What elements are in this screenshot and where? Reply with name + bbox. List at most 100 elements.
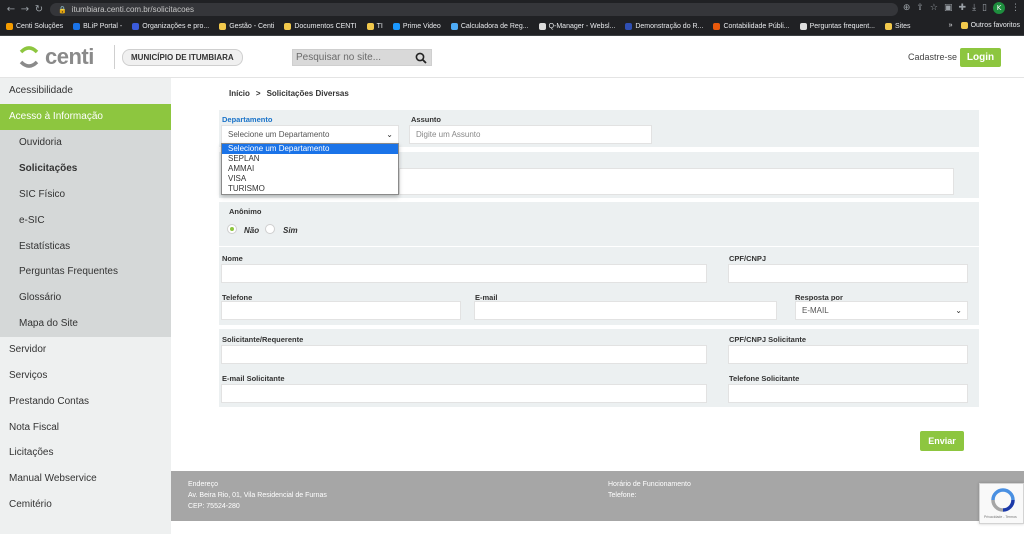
- bookmark-item[interactable]: Documentos CENTI: [284, 23, 357, 30]
- bookmark-item[interactable]: Perguntas frequent...: [799, 23, 875, 30]
- panel-personal: Nome CPF/CNPJ Telefone E-mail Resposta p…: [219, 247, 979, 325]
- sidebar-item-servidor[interactable]: Servidor: [0, 337, 171, 363]
- bookmark-icon: [219, 23, 227, 30]
- breadcrumb: Início > Solicitações Diversas: [229, 89, 349, 98]
- centi-logo[interactable]: centi: [17, 44, 94, 70]
- department-option[interactable]: VISA: [222, 174, 398, 184]
- bookmark-label: Perguntas frequent...: [809, 23, 875, 30]
- other-favorites-label: Outros favoritos: [970, 22, 1020, 29]
- anonymous-no-radio[interactable]: [227, 224, 237, 234]
- url-text: itumbiara.centi.com.br/solicitacoes: [71, 5, 194, 14]
- submit-button[interactable]: Enviar: [920, 431, 964, 451]
- sidebar: Acessibilidade Acesso à Informação Ouvid…: [0, 78, 171, 534]
- department-option[interactable]: TURISMO: [222, 184, 398, 194]
- requester-input[interactable]: [221, 345, 707, 364]
- anonymous-yes-label: Sim: [283, 226, 298, 235]
- bookmark-item[interactable]: Demonstração do R...: [625, 23, 703, 30]
- bookmark-item[interactable]: Q-Manager - Websl...: [538, 23, 615, 30]
- requester-email-input[interactable]: [221, 384, 707, 403]
- sidebar-item-glossario[interactable]: Glossário: [0, 285, 171, 311]
- requester-cpf-input[interactable]: [728, 345, 968, 364]
- sidebar-item-ouvidoria[interactable]: Ouvidoria: [0, 130, 171, 156]
- menu-icon[interactable]: ⋮: [1011, 3, 1020, 13]
- bookmark-icon: [132, 23, 140, 30]
- chevron-down-icon: ⌄: [386, 130, 393, 139]
- lock-icon: 🔒: [58, 5, 67, 14]
- sidebar-item-estatisticas[interactable]: Estatísticas: [0, 233, 171, 259]
- search-input[interactable]: [293, 50, 413, 65]
- bookmark-label: Demonstração do R...: [635, 23, 704, 30]
- anonymous-yes-radio[interactable]: [265, 224, 275, 234]
- breadcrumb-home[interactable]: Início: [229, 89, 250, 98]
- anonymous-label: Anônimo: [229, 207, 262, 216]
- bookmark-item[interactable]: Sites: [884, 23, 911, 30]
- sidepanel-icon[interactable]: ▯: [982, 3, 987, 13]
- address-bar[interactable]: 🔒 itumbiara.centi.com.br/solicitacoes: [50, 3, 898, 16]
- sidebar-item-cemiterio[interactable]: Cemitério: [0, 492, 171, 518]
- sidebar-item-nota-fiscal[interactable]: Nota Fiscal: [0, 414, 171, 440]
- bookmark-item[interactable]: Calculadora de Reg...: [450, 23, 529, 30]
- bookmark-item[interactable]: Gestão - Centi: [219, 23, 274, 30]
- more-bookmarks-icon[interactable]: »: [949, 22, 953, 29]
- other-favorites[interactable]: Outros favoritos: [960, 22, 1020, 29]
- puzzle-icon[interactable]: ✚: [959, 3, 967, 13]
- sidebar-item-faq[interactable]: Perguntas Frequentes: [0, 259, 171, 285]
- bookmark-item[interactable]: TI: [366, 23, 383, 30]
- subject-label: Assunto: [411, 115, 441, 124]
- subject-input[interactable]: Digite um Assunto: [409, 125, 652, 144]
- department-label: Departamento: [222, 115, 273, 124]
- download-icon[interactable]: ⤓: [972, 3, 976, 13]
- department-option[interactable]: AMMAI: [222, 164, 398, 174]
- sidebar-item-sic-fisico[interactable]: SIC Físico: [0, 181, 171, 207]
- municipality-badge[interactable]: MUNICÍPIO DE ITUMBIARA: [122, 49, 243, 66]
- extension-icon[interactable]: ▣: [944, 3, 953, 13]
- message-textarea[interactable]: [399, 168, 954, 195]
- breadcrumb-separator: >: [255, 89, 261, 98]
- cpf-input[interactable]: [728, 264, 968, 283]
- response-select[interactable]: E-MAIL ⌄: [795, 301, 968, 320]
- sidebar-item-accessibility[interactable]: Acessibilidade: [0, 78, 171, 104]
- sidebar-item-webservice[interactable]: Manual Webservice: [0, 466, 171, 492]
- department-option[interactable]: SEPLAN: [222, 154, 398, 164]
- sidebar-item-access-info[interactable]: Acesso à Informação: [0, 103, 171, 130]
- forward-icon[interactable]: →: [18, 4, 32, 15]
- reload-icon[interactable]: ↻: [32, 4, 46, 15]
- bookmark-icon: [625, 23, 633, 30]
- department-option[interactable]: Selecione um Departamento: [222, 144, 398, 154]
- login-button[interactable]: Login: [960, 48, 1001, 67]
- email-input[interactable]: [474, 301, 777, 320]
- name-input[interactable]: [221, 264, 707, 283]
- footer-address-line2: CEP: 75524-280: [188, 503, 240, 510]
- bookmark-label: Contabilidade Públi...: [723, 23, 790, 30]
- phone-input[interactable]: [221, 301, 461, 320]
- sidebar-item-prestando-contas[interactable]: Prestando Contas: [0, 388, 171, 414]
- sidebar-item-esic[interactable]: e-SIC: [0, 207, 171, 233]
- logo-text: centi: [45, 44, 94, 69]
- department-select[interactable]: Selecione um Departamento ⌄: [221, 125, 399, 144]
- profile-avatar[interactable]: K: [993, 2, 1005, 14]
- search-icon[interactable]: [415, 52, 427, 64]
- bookmark-item[interactable]: Contabilidade Públi...: [713, 23, 790, 30]
- sidebar-item-servicos[interactable]: Serviços: [0, 363, 171, 389]
- requester-phone-input[interactable]: [728, 384, 968, 403]
- sidebar-item-sitemap[interactable]: Mapa do Site: [0, 311, 171, 337]
- requester-label: Solicitante/Requerente: [222, 335, 304, 344]
- bookmark-item[interactable]: Prime Video: [392, 23, 441, 30]
- star-icon[interactable]: ☆: [930, 3, 938, 13]
- department-dropdown: Selecione um Departamento SEPLAN AMMAI V…: [221, 143, 399, 195]
- sidebar-item-licitacoes[interactable]: Licitações: [0, 440, 171, 466]
- response-select-value: E-MAIL: [802, 306, 829, 315]
- subject-placeholder: Digite um Assunto: [416, 130, 481, 139]
- sidebar-item-solicitacoes[interactable]: Solicitações: [0, 155, 171, 181]
- recaptcha-badge[interactable]: Privacidade - Termos: [979, 483, 1024, 524]
- zoom-icon[interactable]: ⊕: [903, 3, 911, 13]
- bookmark-item[interactable]: Organizações e pro...: [132, 23, 209, 30]
- bookmark-item[interactable]: BLiP Portal -: [73, 23, 122, 30]
- back-icon[interactable]: ←: [4, 4, 18, 15]
- requester-email-label: E-mail Solicitante: [222, 374, 285, 383]
- footer-bottom: [171, 521, 1024, 534]
- bookmark-item[interactable]: Centi Soluções: [6, 23, 63, 30]
- share-icon[interactable]: ⇪: [916, 3, 924, 13]
- footer-hours-title: Horário de Funcionamento: [608, 481, 691, 488]
- signup-link[interactable]: Cadastre-se: [908, 52, 957, 62]
